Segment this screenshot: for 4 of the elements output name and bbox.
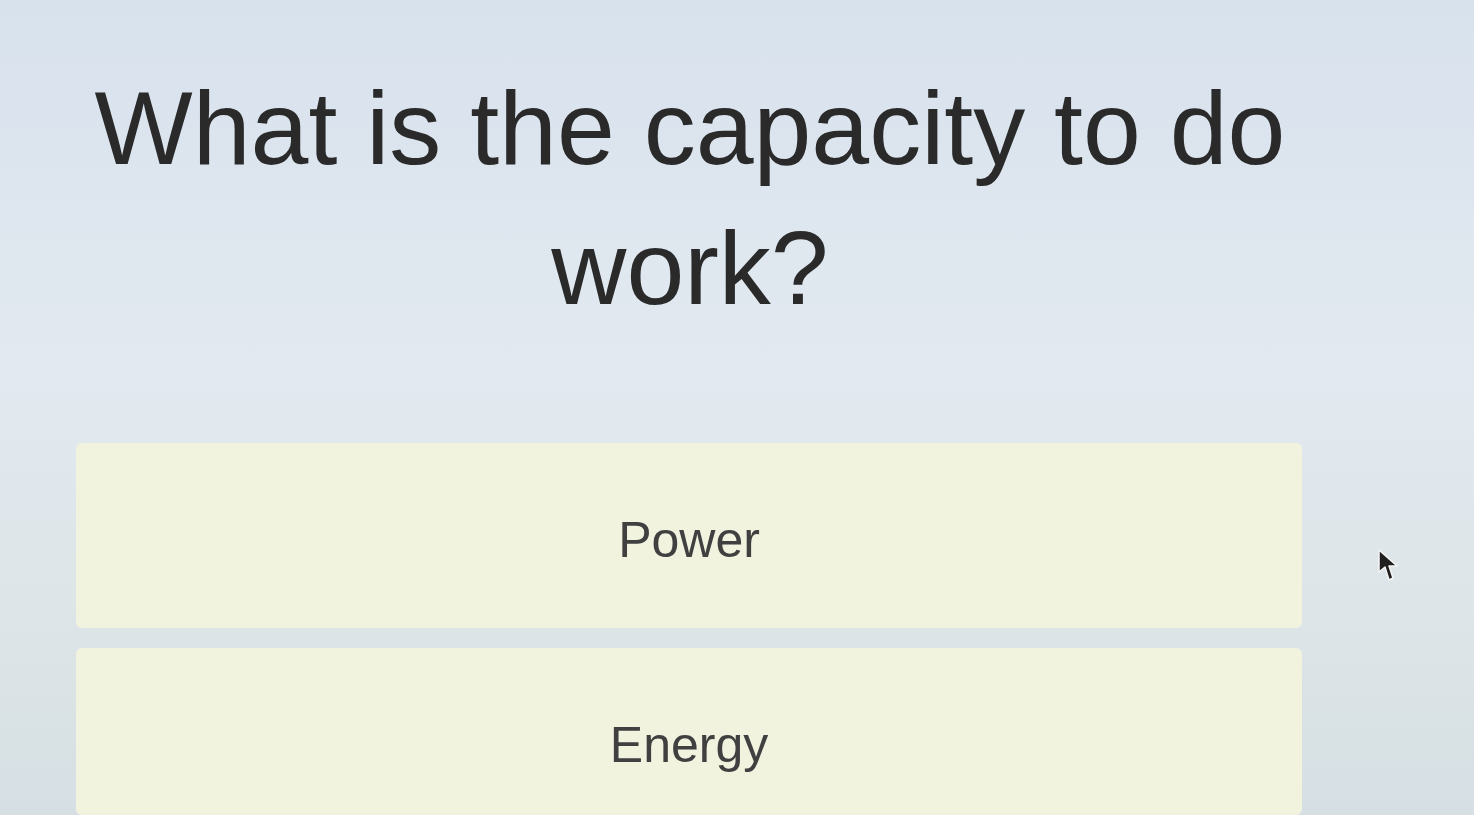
answer-option[interactable]: Power	[76, 443, 1302, 628]
answer-option[interactable]: Energy	[76, 648, 1302, 815]
cursor-icon	[1377, 548, 1399, 584]
question-text: What is the capacity to do work?	[93, 69, 1287, 328]
